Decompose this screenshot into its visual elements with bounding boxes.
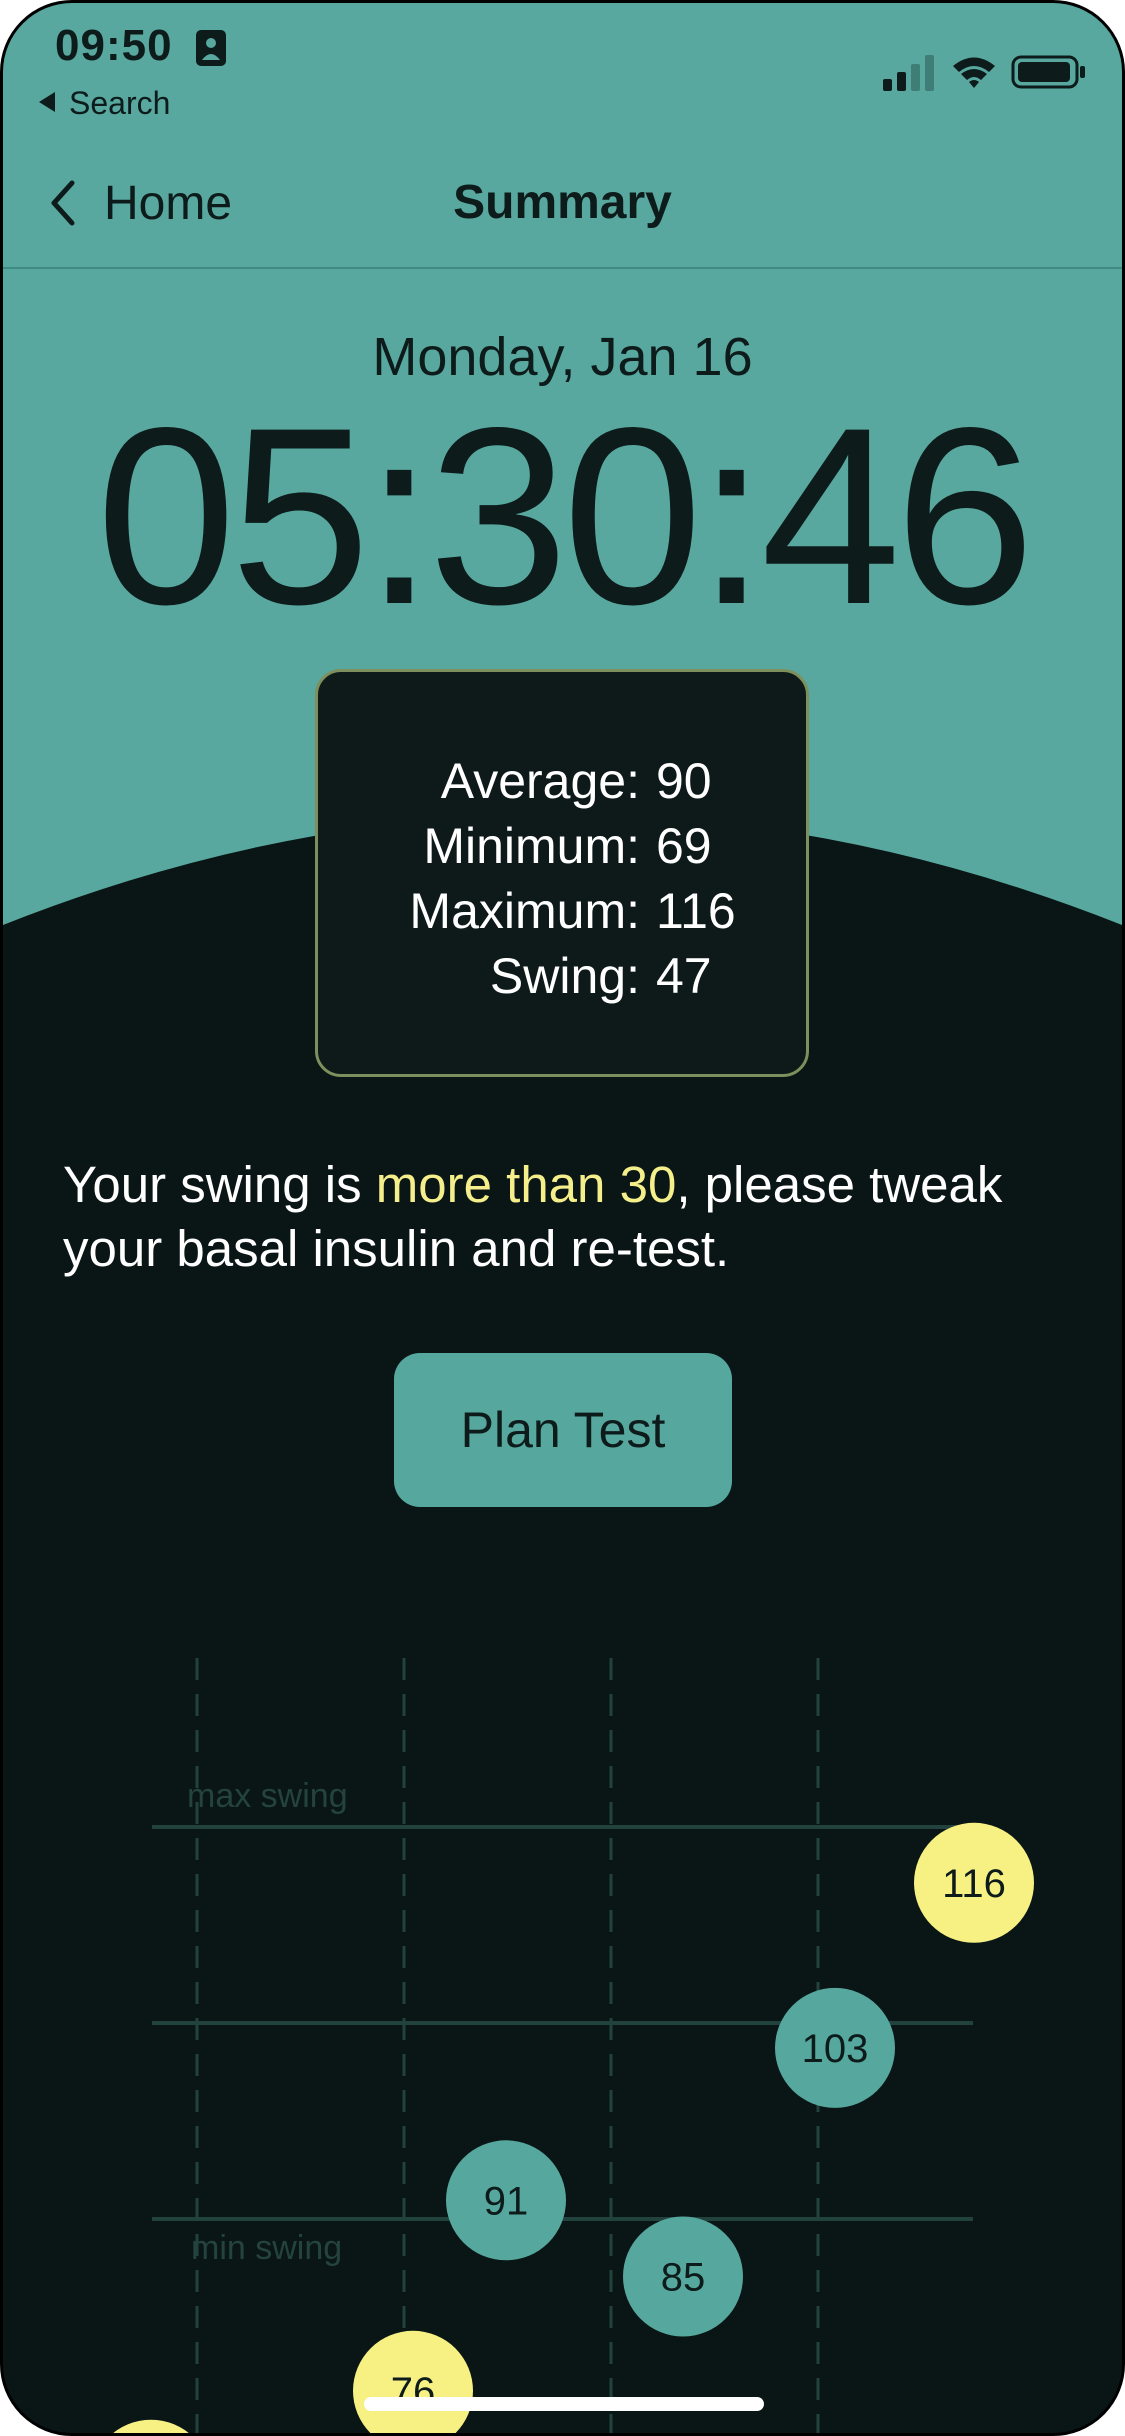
page-title: Summary	[453, 176, 672, 229]
stat-label: Swing:	[489, 948, 640, 1004]
chart-point-label: 85	[661, 2256, 706, 2300]
chart-point: 116	[914, 1822, 1034, 1943]
chart-point: 76	[353, 2330, 473, 2433]
chart-point: 69	[113, 2419, 189, 2433]
chart-point: 91	[446, 2140, 566, 2261]
status-back-label: Search	[69, 85, 171, 121]
chart-point: 103	[775, 1987, 895, 2108]
stats-card: Average: 90 Minimum: 69 Maximum: 116 Swi…	[315, 669, 809, 1077]
wifi-icon	[953, 57, 995, 88]
status-time: 09:50	[55, 21, 173, 70]
stat-value: 69	[656, 818, 712, 874]
min-swing-label: min swing	[191, 2229, 342, 2267]
chart-point-label: 116	[942, 1862, 1006, 1906]
status-back-link[interactable]: Search	[39, 85, 170, 122]
chart-point-label: 103	[802, 2027, 869, 2071]
elapsed-timer: 05:30:46	[96, 376, 1035, 657]
id-card-icon	[196, 30, 226, 66]
stat-label: Minimum:	[423, 818, 640, 874]
message-text: Your swing is	[63, 1156, 376, 1213]
stat-value: 47	[656, 948, 712, 1004]
stat-label: Maximum:	[409, 883, 640, 939]
plan-test-button[interactable]: Plan Test	[394, 1353, 732, 1507]
battery-icon	[1011, 55, 1085, 89]
cellular-signal-icon	[883, 55, 934, 91]
swing-chart: max swing min swing 69 76 91 85 103 116	[113, 1658, 1034, 2433]
stat-value: 90	[656, 753, 712, 809]
stat-label: Average:	[440, 753, 640, 809]
max-swing-label: max swing	[187, 1777, 348, 1815]
message-highlight: more than 30	[375, 1156, 677, 1213]
swing-message: Your swing is more than 30, please tweak…	[63, 1153, 1083, 1281]
chart-points: 69 76 91 85 103 116	[113, 1822, 1034, 2433]
back-triangle-icon	[39, 92, 55, 112]
stat-value: 116	[656, 883, 736, 939]
phone-screen: 09:50 Search Home Summary Monday, Jan 16…	[0, 0, 1125, 2436]
chart-point: 85	[623, 2216, 743, 2337]
nav-divider	[3, 267, 1122, 269]
home-indicator[interactable]	[364, 2397, 764, 2411]
chart-point-marker	[113, 2419, 189, 2433]
chart-point-label: 91	[484, 2179, 529, 2223]
